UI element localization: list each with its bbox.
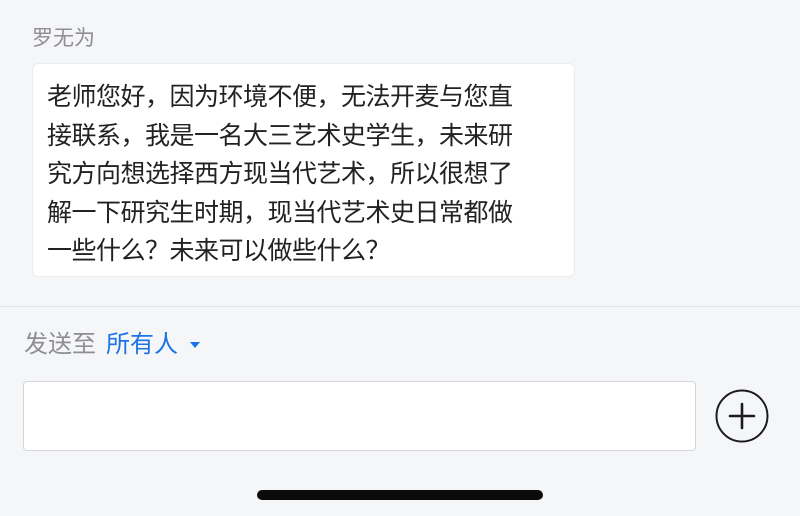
message-line: 接联系，我是一名大三艺术史学生，未来研 [47, 120, 513, 150]
sender-name: 罗无为 [32, 26, 95, 50]
home-indicator [257, 490, 543, 500]
message-input[interactable] [23, 381, 696, 451]
plus-circle-icon [715, 389, 769, 443]
add-button[interactable] [715, 389, 769, 443]
message-line: 究方向想选择西方现当代艺术，所以很想了 [47, 159, 513, 188]
send-to-label: 发送至 [24, 330, 96, 358]
send-to-row: 发送至 所有人 [24, 326, 200, 362]
message-bubble: 老师您好，因为环境不便，无法开麦与您直 接联系，我是一名大三艺术史学生，未来研 … [32, 63, 575, 277]
message-line: 老师您好，因为环境不便，无法开麦与您直 [47, 82, 513, 111]
recipient-label: 所有人 [106, 330, 178, 358]
recipient-dropdown[interactable]: 所有人 [106, 326, 200, 362]
message-line: 一些什么？未来可以做些什么？ [47, 236, 391, 265]
caret-down-icon [190, 342, 200, 348]
message-line: 解一下研究生时期，现当代艺术史日常都做 [47, 197, 513, 227]
composer-divider [0, 306, 800, 307]
